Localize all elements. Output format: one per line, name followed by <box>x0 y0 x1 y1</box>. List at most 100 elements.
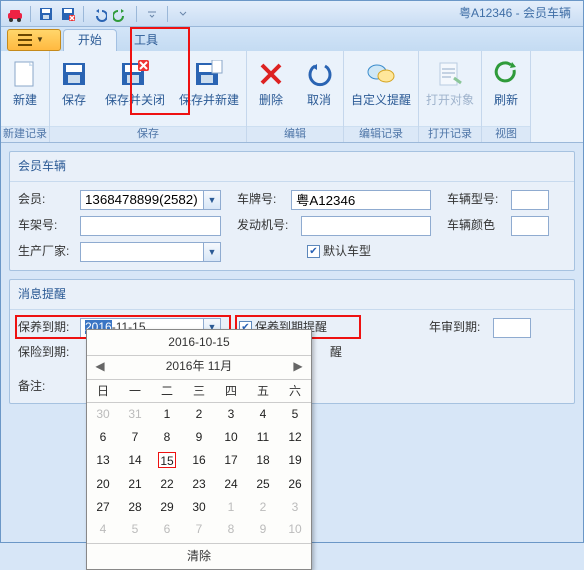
member-label: 会员: <box>18 191 76 208</box>
calendar-day[interactable]: 6 <box>87 426 119 449</box>
delete-button[interactable]: 删除 <box>247 53 295 126</box>
group-new-record: 新建记录 <box>1 126 49 142</box>
calendar-day[interactable]: 13 <box>87 449 119 473</box>
file-menu-button[interactable]: ▼ <box>7 29 61 51</box>
calendar-day[interactable]: 4 <box>247 403 279 426</box>
delete-icon <box>255 58 287 90</box>
quick-access-toolbar <box>5 4 193 24</box>
day-header: 日 <box>87 379 119 403</box>
member-input[interactable] <box>80 190 203 210</box>
datepicker-header: 2016-10-15 <box>87 330 311 356</box>
default-model-checkbox[interactable]: ✔默认车型 <box>307 243 371 260</box>
qat-save-icon[interactable] <box>36 4 56 24</box>
save-close-button[interactable]: 保存并关闭 <box>98 53 172 126</box>
ribbon-tabbar: ▼ 开始 工具 <box>1 27 583 51</box>
color-input[interactable] <box>511 216 549 236</box>
calendar-day[interactable]: 27 <box>87 496 119 519</box>
calendar-day[interactable]: 23 <box>183 473 215 496</box>
calendar-day[interactable]: 1 <box>215 496 247 519</box>
calendar-day[interactable]: 3 <box>215 403 247 426</box>
qat-save-close-icon[interactable] <box>58 4 78 24</box>
calendar-day[interactable]: 18 <box>247 449 279 473</box>
calendar-day[interactable]: 16 <box>183 449 215 473</box>
calendar-day[interactable]: 31 <box>119 403 151 426</box>
calendar-day[interactable]: 22 <box>151 473 183 496</box>
vin-input[interactable] <box>80 216 221 236</box>
calendar-day[interactable]: 9 <box>247 518 279 541</box>
qat-dropdown-icon[interactable] <box>142 4 162 24</box>
save-button[interactable]: 保存 <box>50 53 98 126</box>
app-icon[interactable] <box>5 4 25 24</box>
model-label: 车辆型号: <box>447 191 507 208</box>
calendar-day[interactable]: 11 <box>247 426 279 449</box>
calendar-day[interactable]: 15 <box>151 449 183 473</box>
tab-start[interactable]: 开始 <box>63 29 117 51</box>
calendar-day[interactable]: 5 <box>279 403 311 426</box>
qat-redo-icon[interactable] <box>111 4 131 24</box>
calendar-day[interactable]: 29 <box>151 496 183 519</box>
custom-remind-button[interactable]: 自定义提醒 <box>344 53 418 126</box>
calendar-day[interactable]: 10 <box>215 426 247 449</box>
refresh-button[interactable]: 刷新 <box>482 53 530 126</box>
calendar-day[interactable]: 3 <box>279 496 311 519</box>
day-header: 五 <box>247 379 279 403</box>
calendar-day[interactable]: 8 <box>151 426 183 449</box>
calendar-day[interactable]: 30 <box>183 496 215 519</box>
calendar-day[interactable]: 2 <box>183 403 215 426</box>
calendar-day[interactable]: 28 <box>119 496 151 519</box>
cancel-icon <box>303 58 335 90</box>
month-label: 2016年 11月 <box>166 358 233 375</box>
calendar-day[interactable]: 6 <box>151 518 183 541</box>
open-object-button[interactable]: 打开对象 <box>419 53 481 126</box>
mfr-combo[interactable]: ▼ <box>80 242 221 262</box>
calendar-day[interactable]: 24 <box>215 473 247 496</box>
calendar-day[interactable]: 5 <box>119 518 151 541</box>
calendar-day[interactable]: 17 <box>215 449 247 473</box>
chevron-down-icon[interactable]: ▼ <box>203 242 221 262</box>
list-icon <box>18 34 32 46</box>
window-title: 粤A12346 - 会员车辆 <box>193 5 579 22</box>
calendar-day[interactable]: 9 <box>183 426 215 449</box>
save-new-button[interactable]: 保存并新建 <box>172 53 246 126</box>
speech-icon <box>365 58 397 90</box>
panel-vehicle-title: 会员车辆 <box>10 152 574 182</box>
group-edit: 编辑 <box>247 126 343 142</box>
refresh-icon <box>490 58 522 90</box>
panel-remind-title: 消息提醒 <box>10 280 574 310</box>
chevron-down-icon[interactable]: ▼ <box>203 190 221 210</box>
calendar-day[interactable]: 7 <box>183 518 215 541</box>
calendar-day[interactable]: 20 <box>87 473 119 496</box>
engine-input[interactable] <box>301 216 431 236</box>
prev-month-icon[interactable]: ◀ <box>93 358 107 375</box>
calendar-day[interactable]: 7 <box>119 426 151 449</box>
save-new-icon <box>193 58 225 90</box>
qat-undo-icon[interactable] <box>89 4 109 24</box>
calendar-grid: 日一二三四五六 30311234567891011121314151617181… <box>87 379 311 542</box>
calendar-day[interactable]: 1 <box>151 403 183 426</box>
calendar-day[interactable]: 21 <box>119 473 151 496</box>
model-input[interactable] <box>511 190 549 210</box>
annual-input[interactable] <box>493 318 531 338</box>
calendar-day[interactable]: 10 <box>279 518 311 541</box>
calendar-day[interactable]: 30 <box>87 403 119 426</box>
plate-input[interactable] <box>291 190 431 210</box>
clear-button[interactable]: 清除 <box>87 543 311 569</box>
next-month-icon[interactable]: ▶ <box>291 358 305 375</box>
calendar-day[interactable]: 25 <box>247 473 279 496</box>
qat-customize-icon[interactable] <box>173 4 193 24</box>
tab-tools[interactable]: 工具 <box>119 29 173 51</box>
calendar-day[interactable]: 14 <box>119 449 151 473</box>
calendar-day[interactable]: 26 <box>279 473 311 496</box>
calendar-day[interactable]: 12 <box>279 426 311 449</box>
day-header: 一 <box>119 379 151 403</box>
calendar-day[interactable]: 19 <box>279 449 311 473</box>
member-combo[interactable]: ▼ <box>80 190 221 210</box>
cancel-button[interactable]: 取消 <box>295 53 343 126</box>
calendar-day[interactable]: 8 <box>215 518 247 541</box>
datepicker-nav: ◀ 2016年 11月 ▶ <box>87 356 311 377</box>
mfr-input[interactable] <box>80 242 203 262</box>
calendar-day[interactable]: 4 <box>87 518 119 541</box>
calendar-day[interactable]: 2 <box>247 496 279 519</box>
new-button[interactable]: 新建 <box>1 53 49 126</box>
group-view: 视图 <box>482 126 530 142</box>
